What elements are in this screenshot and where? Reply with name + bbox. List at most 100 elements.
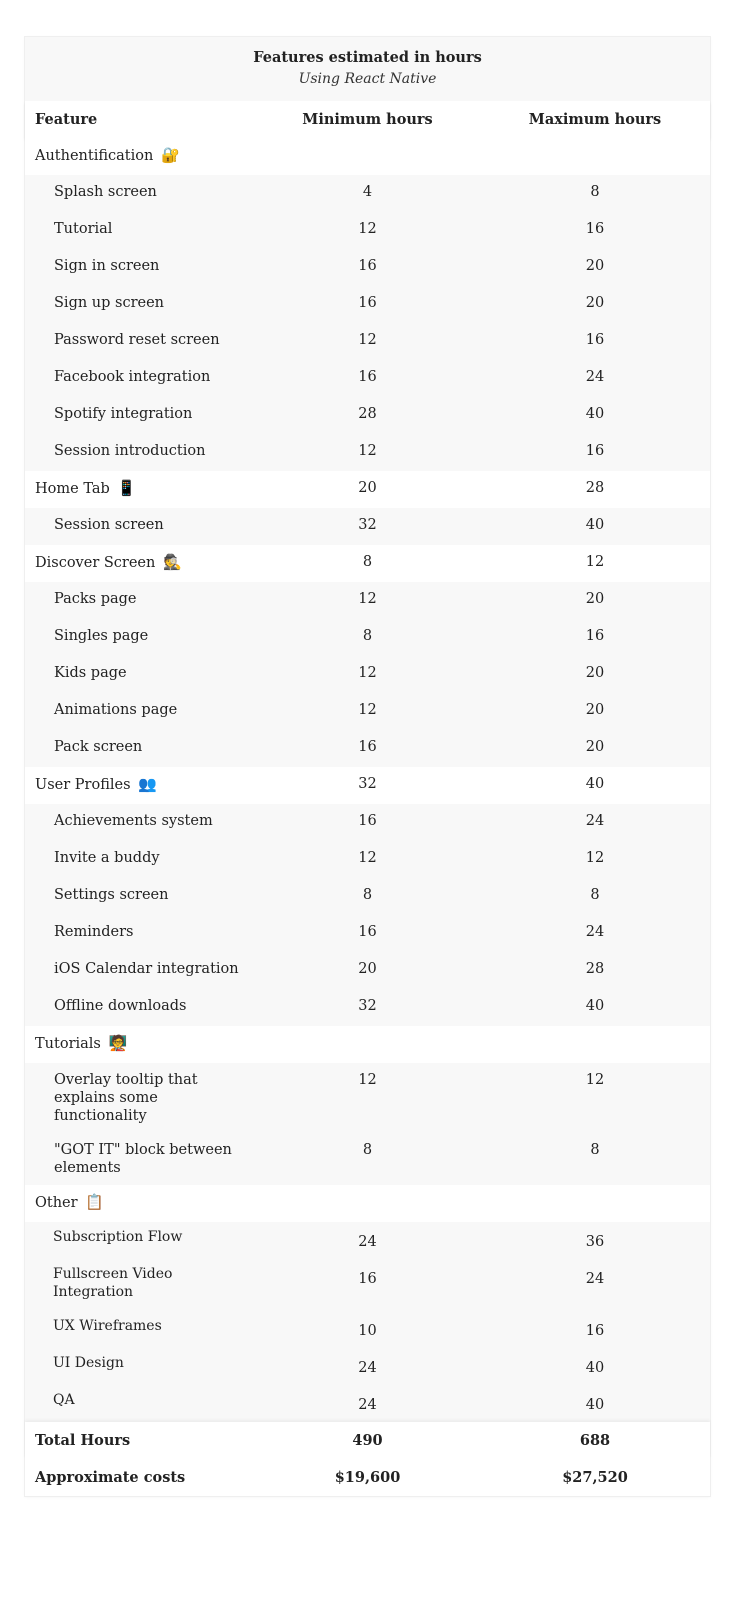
feature-min-hours: 28 bbox=[358, 406, 377, 422]
feature-row: Facebook integration 16 24 bbox=[25, 360, 710, 397]
table-body: Authentification 🔐 Splash screen 4 8 Tutoria… bbox=[25, 138, 710, 1422]
feature-name: Reminders bbox=[54, 924, 134, 940]
feature-min-hours: 12 bbox=[358, 332, 377, 348]
section-row: Home Tab 📱 20 28 bbox=[25, 471, 710, 508]
feature-max-hours: 36 bbox=[585, 1234, 605, 1250]
feature-name: Splash screen bbox=[54, 184, 157, 200]
feature-row: Singles page 8 16 bbox=[25, 619, 710, 656]
feature-name: QA bbox=[53, 1392, 75, 1408]
section-name: Discover Screen bbox=[35, 555, 156, 571]
feature-min-hours: 16 bbox=[358, 924, 377, 940]
feature-min-hours: 24 bbox=[358, 1360, 377, 1376]
section-name: User Profiles bbox=[35, 777, 131, 793]
section-name: Tutorials bbox=[35, 1036, 101, 1052]
lock-with-key-icon: 🔐 bbox=[160, 146, 180, 164]
feature-min-hours: 32 bbox=[358, 998, 377, 1014]
feature-max-hours: 20 bbox=[585, 702, 605, 718]
feature-max-hours: 40 bbox=[585, 517, 605, 533]
table-footer: Total Hours 490 688 Approximate costs $1… bbox=[25, 1422, 710, 1496]
section-name: Authentification bbox=[35, 148, 154, 164]
feature-max-hours: 40 bbox=[585, 1397, 605, 1413]
feature-row: "GOT IT" block between elements 8 8 bbox=[25, 1133, 710, 1185]
feature-row: Settings screen 8 8 bbox=[25, 878, 710, 915]
mobile-phone-icon: 📱 bbox=[117, 479, 137, 497]
feature-min-hours: 12 bbox=[358, 850, 377, 866]
table-subtitle: Using React Native bbox=[298, 71, 437, 87]
feature-name: Offline downloads bbox=[54, 998, 187, 1014]
feature-row: Achievements system 16 24 bbox=[25, 804, 710, 841]
column-header-maximum-hours: Maximum hours bbox=[528, 111, 662, 128]
feature-max-hours: 40 bbox=[585, 406, 605, 422]
feature-row: Fullscreen Video Integration 16 24 bbox=[25, 1259, 710, 1311]
feature-row: Invite a buddy 12 12 bbox=[25, 841, 710, 878]
feature-name: iOS Calendar integration bbox=[54, 961, 239, 977]
feature-row: Packs page 12 20 bbox=[25, 582, 710, 619]
feature-name: Facebook integration bbox=[54, 369, 211, 385]
section-max-hours bbox=[480, 138, 710, 175]
feature-min-hours: 16 bbox=[358, 295, 377, 311]
feature-max-hours: 20 bbox=[585, 739, 605, 755]
feature-max-hours: 24 bbox=[585, 369, 605, 385]
feature-max-hours: 16 bbox=[585, 1323, 605, 1339]
feature-row: Animations page 12 20 bbox=[25, 693, 710, 730]
section-name-cell: Tutorials 🧑‍🏫 bbox=[25, 1026, 255, 1063]
table-header: Feature Minimum hours Maximum hours bbox=[25, 101, 710, 138]
feature-min-hours: 8 bbox=[362, 1142, 373, 1158]
detective-icon: 🕵 bbox=[162, 553, 182, 571]
section-name-cell: Authentification 🔐 bbox=[25, 138, 255, 175]
feature-max-hours: 24 bbox=[585, 1271, 605, 1287]
feature-max-hours: 40 bbox=[585, 998, 605, 1014]
feature-name: Settings screen bbox=[54, 887, 169, 903]
feature-min-hours: 10 bbox=[358, 1323, 377, 1339]
feature-row: Spotify integration 28 40 bbox=[25, 397, 710, 434]
feature-name: Tutorial bbox=[54, 221, 113, 237]
feature-min-hours: 16 bbox=[358, 258, 377, 274]
feature-name: Animations page bbox=[54, 702, 178, 718]
feature-min-hours: 32 bbox=[358, 517, 377, 533]
feature-max-hours: 12 bbox=[585, 850, 605, 866]
section-max-hours bbox=[480, 1185, 710, 1222]
feature-row: UX Wireframes 10 16 bbox=[25, 1311, 710, 1348]
feature-name: Subscription Flow bbox=[53, 1229, 183, 1245]
feature-min-hours: 12 bbox=[358, 702, 377, 718]
section-row: Authentification 🔐 bbox=[25, 138, 710, 175]
feature-min-hours: 4 bbox=[362, 184, 373, 200]
section-max-hours bbox=[480, 1026, 710, 1063]
feature-row: Session screen 32 40 bbox=[25, 508, 710, 545]
feature-max-hours: 24 bbox=[585, 813, 605, 829]
feature-row: Sign up screen 16 20 bbox=[25, 286, 710, 323]
busts-in-silhouette-icon: 👥 bbox=[138, 775, 157, 793]
section-name-cell: Discover Screen 🕵 bbox=[25, 545, 255, 582]
section-min-hours bbox=[255, 1026, 480, 1063]
feature-row: Splash screen 4 8 bbox=[25, 175, 710, 212]
table-title: Features estimated in hours bbox=[253, 49, 482, 66]
total-hours-label: Total Hours bbox=[35, 1431, 131, 1449]
feature-name: Singles page bbox=[54, 628, 149, 644]
header-row: Feature Minimum hours Maximum hours bbox=[25, 101, 710, 138]
feature-row: Reminders 16 24 bbox=[25, 915, 710, 952]
feature-min-hours: 8 bbox=[362, 887, 373, 903]
feature-max-hours: 20 bbox=[585, 258, 605, 274]
feature-row: Tutorial 12 16 bbox=[25, 212, 710, 249]
feature-max-hours: 8 bbox=[590, 887, 600, 903]
feature-name: Kids page bbox=[54, 665, 127, 681]
feature-name: "GOT IT" block between elements bbox=[54, 1142, 232, 1176]
feature-name: Pack screen bbox=[54, 739, 143, 755]
feature-row: Kids page 12 20 bbox=[25, 656, 710, 693]
table-caption: Features estimated in hours Using React … bbox=[25, 37, 710, 101]
feature-max-hours: 40 bbox=[585, 1360, 605, 1376]
feature-min-hours: 12 bbox=[358, 443, 377, 459]
feature-min-hours: 16 bbox=[358, 369, 377, 385]
section-min-hours bbox=[255, 138, 480, 175]
feature-max-hours: 8 bbox=[590, 184, 600, 200]
feature-row: Overlay tooltip that explains some funct… bbox=[25, 1063, 710, 1133]
feature-row: Password reset screen 12 16 bbox=[25, 323, 710, 360]
feature-row: Pack screen 16 20 bbox=[25, 730, 710, 767]
feature-max-hours: 16 bbox=[585, 443, 605, 459]
feature-name: UI Design bbox=[53, 1355, 124, 1371]
feature-min-hours: 12 bbox=[358, 665, 377, 681]
section-max-hours: 12 bbox=[585, 554, 605, 570]
section-min-hours: 20 bbox=[358, 480, 377, 496]
feature-row: UI Design 24 40 bbox=[25, 1348, 710, 1385]
section-row: Tutorials 🧑‍🏫 bbox=[25, 1026, 710, 1063]
